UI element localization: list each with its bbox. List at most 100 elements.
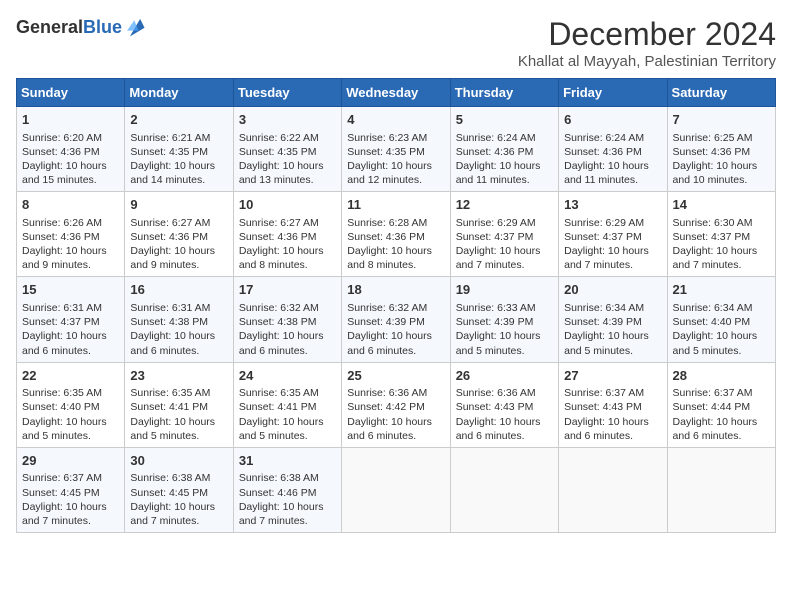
day-number: 2 xyxy=(130,111,227,129)
daylight-text: Daylight: 10 hours and 7 minutes. xyxy=(456,245,541,271)
day-number: 14 xyxy=(673,196,770,214)
day-header-sunday: Sunday xyxy=(17,79,125,107)
daylight-text: Daylight: 10 hours and 9 minutes. xyxy=(22,245,107,271)
sunrise-text: Sunrise: 6:38 AM xyxy=(239,472,319,484)
day-number: 4 xyxy=(347,111,444,129)
sunrise-text: Sunrise: 6:38 AM xyxy=(130,472,210,484)
day-number: 24 xyxy=(239,367,336,385)
day-number: 28 xyxy=(673,367,770,385)
sunset-text: Sunset: 4:35 PM xyxy=(130,146,208,158)
sunset-text: Sunset: 4:36 PM xyxy=(130,231,208,243)
day-number: 9 xyxy=(130,196,227,214)
day-number: 10 xyxy=(239,196,336,214)
daylight-text: Daylight: 10 hours and 7 minutes. xyxy=(22,501,107,527)
sunrise-text: Sunrise: 6:37 AM xyxy=(564,387,644,399)
sunset-text: Sunset: 4:46 PM xyxy=(239,487,317,499)
sunset-text: Sunset: 4:37 PM xyxy=(22,316,100,328)
logo-general-text: GeneralBlue xyxy=(16,17,122,38)
sunrise-text: Sunrise: 6:30 AM xyxy=(673,217,753,229)
calendar-cell: 6 Sunrise: 6:24 AM Sunset: 4:36 PM Daylight… xyxy=(559,107,667,192)
daylight-text: Daylight: 10 hours and 7 minutes. xyxy=(239,501,324,527)
sunrise-text: Sunrise: 6:24 AM xyxy=(564,132,644,144)
sunset-text: Sunset: 4:37 PM xyxy=(564,231,642,243)
calendar-cell: 24Sunrise: 6:35 AMSunset: 4:41 PMDayligh… xyxy=(233,362,341,447)
sunset-text: Sunset: 4:42 PM xyxy=(347,401,425,413)
sunrise-text: Sunrise: 6:22 AM xyxy=(239,132,319,144)
day-header-monday: Monday xyxy=(125,79,233,107)
day-number: 30 xyxy=(130,452,227,470)
daylight-text: Daylight: 10 hours and 5 minutes. xyxy=(564,330,649,356)
sunrise-text: Sunrise: 6:32 AM xyxy=(347,302,427,314)
calendar-cell: 30Sunrise: 6:38 AMSunset: 4:45 PMDayligh… xyxy=(125,447,233,532)
sunrise-text: Sunrise: 6:32 AM xyxy=(239,302,319,314)
sunrise-text: Sunrise: 6:28 AM xyxy=(347,217,427,229)
daylight-text: Daylight: 10 hours and 11 minutes. xyxy=(564,160,649,186)
sunset-text: Sunset: 4:36 PM xyxy=(22,231,100,243)
day-number: 12 xyxy=(456,196,553,214)
sunrise-text: Sunrise: 6:25 AM xyxy=(673,132,753,144)
day-header-saturday: Saturday xyxy=(667,79,775,107)
calendar-cell: 12Sunrise: 6:29 AMSunset: 4:37 PMDayligh… xyxy=(450,192,558,277)
daylight-text: Daylight: 10 hours and 10 minutes. xyxy=(673,160,758,186)
logo: GeneralBlue xyxy=(16,16,146,38)
calendar-week-row: 1Sunrise: 6:20 AMSunset: 4:36 PMDaylight… xyxy=(17,107,776,192)
sunrise-text: Sunrise: 6:29 AM xyxy=(456,217,536,229)
day-header-friday: Friday xyxy=(559,79,667,107)
day-number: 13 xyxy=(564,196,661,214)
sunrise-text: Sunrise: 6:27 AM xyxy=(239,217,319,229)
sunrise-text: Sunrise: 6:26 AM xyxy=(22,217,102,229)
calendar-cell: 22Sunrise: 6:35 AMSunset: 4:40 PMDayligh… xyxy=(17,362,125,447)
daylight-text: Daylight: 10 hours and 6 minutes. xyxy=(239,330,324,356)
sunset-text: Sunset: 4:41 PM xyxy=(130,401,208,413)
day-number: 6 xyxy=(564,111,661,129)
calendar-cell: 4Sunrise: 6:23 AMSunset: 4:35 PMDaylight… xyxy=(342,107,450,192)
day-number: 26 xyxy=(456,367,553,385)
day-number: 22 xyxy=(22,367,119,385)
calendar-cell xyxy=(342,447,450,532)
sunset-text: Sunset: 4:38 PM xyxy=(130,316,208,328)
sunrise-text: Sunrise: 6:21 AM xyxy=(130,132,210,144)
day-number: 3 xyxy=(239,111,336,129)
day-number: 15 xyxy=(22,281,119,299)
calendar-cell: 16Sunrise: 6:31 AMSunset: 4:38 PMDayligh… xyxy=(125,277,233,362)
sunrise-text: Sunrise: 6:35 AM xyxy=(130,387,210,399)
calendar-week-row: 15Sunrise: 6:31 AMSunset: 4:37 PMDayligh… xyxy=(17,277,776,362)
daylight-text: Daylight: 10 hours and 5 minutes. xyxy=(456,330,541,356)
sunrise-text: Sunrise: 6:34 AM xyxy=(673,302,753,314)
sunrise-text: Sunrise: 6:37 AM xyxy=(22,472,102,484)
sunset-text: Sunset: 4:41 PM xyxy=(239,401,317,413)
page-header: GeneralBlue December 2024 Khallat al May… xyxy=(16,16,776,70)
daylight-text: Daylight: 10 hours and 5 minutes. xyxy=(239,416,324,442)
daylight-text: Daylight: 10 hours and 7 minutes. xyxy=(564,245,649,271)
day-number: 18 xyxy=(347,281,444,299)
day-number: 23 xyxy=(130,367,227,385)
sunrise-text: Sunrise: 6:20 AM xyxy=(22,132,102,144)
sunset-text: Sunset: 4:45 PM xyxy=(130,487,208,499)
sunset-text: Sunset: 4:43 PM xyxy=(564,401,642,413)
sunset-text: Sunset: 4:40 PM xyxy=(673,316,751,328)
sunrise-text: Sunrise: 6:24 AM xyxy=(456,132,536,144)
day-number: 17 xyxy=(239,281,336,299)
day-number: 27 xyxy=(564,367,661,385)
daylight-text: Daylight: 10 hours and 13 minutes. xyxy=(239,160,324,186)
daylight-text: Daylight: 10 hours and 6 minutes. xyxy=(564,416,649,442)
sunrise-text: Sunrise: 6:27 AM xyxy=(130,217,210,229)
day-number: 5 xyxy=(456,111,553,129)
calendar-cell: 3Sunrise: 6:22 AMSunset: 4:35 PMDaylight… xyxy=(233,107,341,192)
calendar-cell: 25Sunrise: 6:36 AMSunset: 4:42 PMDayligh… xyxy=(342,362,450,447)
daylight-text: Daylight: 10 hours and 6 minutes. xyxy=(130,330,215,356)
calendar-cell: 14Sunrise: 6:30 AMSunset: 4:37 PMDayligh… xyxy=(667,192,775,277)
sunrise-text: Sunrise: 6:35 AM xyxy=(22,387,102,399)
sunset-text: Sunset: 4:36 PM xyxy=(456,146,534,158)
day-header-tuesday: Tuesday xyxy=(233,79,341,107)
calendar-cell: 19Sunrise: 6:33 AMSunset: 4:39 PMDayligh… xyxy=(450,277,558,362)
sunset-text: Sunset: 4:36 PM xyxy=(564,146,642,158)
sunset-text: Sunset: 4:36 PM xyxy=(239,231,317,243)
calendar-cell: 8Sunrise: 6:26 AMSunset: 4:36 PMDaylight… xyxy=(17,192,125,277)
sunrise-text: Sunrise: 6:23 AM xyxy=(347,132,427,144)
calendar-cell: 20Sunrise: 6:34 AMSunset: 4:39 PMDayligh… xyxy=(559,277,667,362)
calendar-week-row: 8Sunrise: 6:26 AMSunset: 4:36 PMDaylight… xyxy=(17,192,776,277)
sunrise-text: Sunrise: 6:37 AM xyxy=(673,387,753,399)
day-number: 25 xyxy=(347,367,444,385)
calendar-cell: 7Sunrise: 6:25 AMSunset: 4:36 PMDaylight… xyxy=(667,107,775,192)
